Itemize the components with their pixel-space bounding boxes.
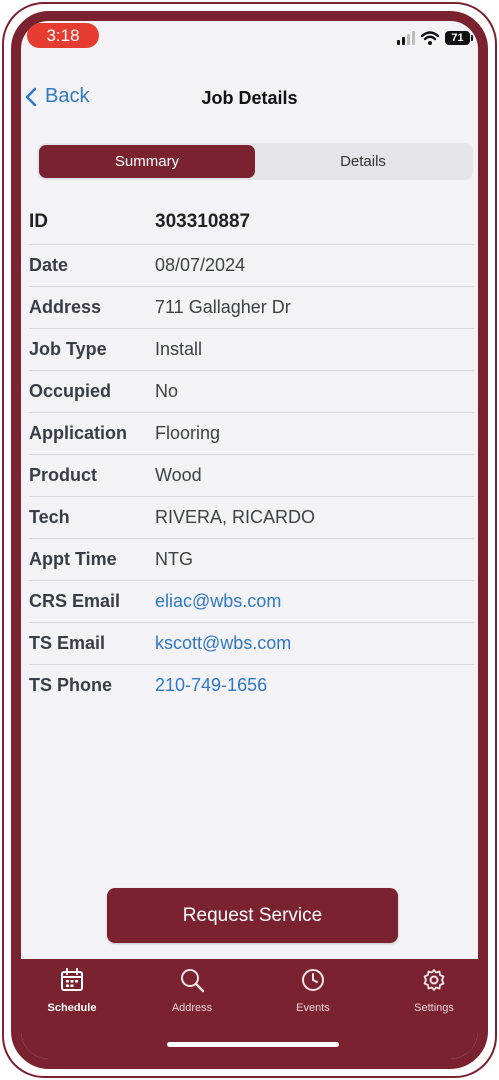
detail-value: RIVERA, RICARDO <box>155 507 316 527</box>
detail-row-product: Product Wood <box>29 455 474 497</box>
detail-value: Wood <box>155 465 202 485</box>
detail-label: Address <box>29 297 102 317</box>
tab-bar: Schedule Address Events Settings <box>21 959 478 1059</box>
detail-label: TS Phone <box>29 675 113 695</box>
status-bar: 3:18 71 <box>21 21 478 67</box>
page-title: Job Details <box>201 88 298 108</box>
job-details-list: ID 303310887 Date 08/07/2024 Address 711… <box>29 199 478 706</box>
screen: 3:18 71 Back Job Details Summary Details… <box>11 11 488 1069</box>
detail-row-id: ID 303310887 <box>29 199 474 245</box>
tab-label: Settings <box>414 1002 454 1014</box>
detail-value: 303310887 <box>155 210 251 232</box>
search-icon <box>181 969 205 993</box>
status-icons: 71 <box>397 30 473 46</box>
detail-row-ts-email: TS Email kscott@wbs.com <box>29 623 474 665</box>
detail-label: ID <box>29 210 48 232</box>
battery-icon: 71 <box>445 31 473 45</box>
calendar-icon <box>61 968 83 991</box>
detail-label: Tech <box>29 507 70 527</box>
detail-label: CRS Email <box>29 591 121 611</box>
wifi-icon <box>421 31 439 45</box>
navigation-bar: Back Job Details <box>21 77 478 117</box>
detail-row-date: Date 08/07/2024 <box>29 245 474 287</box>
tab-events[interactable]: Events <box>273 967 353 1014</box>
detail-value: 711 Gallagher Dr <box>155 297 291 317</box>
detail-row-crs-email: CRS Email eliac@wbs.com <box>29 581 474 623</box>
segmented-control: Summary Details <box>37 143 473 180</box>
tab-label: Address <box>171 1002 213 1014</box>
detail-label: Job Type <box>29 339 107 359</box>
device-frame: 3:18 71 Back Job Details Summary Details… <box>2 2 497 1078</box>
ts-email-link[interactable]: kscott@wbs.com <box>155 633 291 654</box>
detail-label: Application <box>29 423 127 443</box>
tab-schedule[interactable]: Schedule <box>32 967 112 1014</box>
detail-value: No <box>155 381 179 401</box>
tab-label: Schedule <box>47 1002 97 1014</box>
detail-label: TS Email <box>29 633 106 653</box>
detail-label: Date <box>29 255 69 275</box>
detail-value: Flooring <box>155 423 221 443</box>
status-time[interactable]: 3:18 <box>27 23 99 48</box>
request-service-button[interactable]: Request Service <box>107 888 398 943</box>
detail-row-application: Application Flooring <box>29 413 474 455</box>
detail-value: 08/07/2024 <box>155 255 246 275</box>
home-indicator[interactable] <box>167 1042 339 1047</box>
detail-label: Product <box>29 465 98 485</box>
clock-icon <box>302 969 324 991</box>
tab-details[interactable]: Details <box>255 145 471 178</box>
detail-label: Appt Time <box>29 549 117 569</box>
gear-icon <box>423 969 445 991</box>
tab-settings[interactable]: Settings <box>394 967 474 1014</box>
detail-row-address: Address 711 Gallagher Dr <box>29 287 474 329</box>
detail-label: Occupied <box>29 381 112 401</box>
crs-email-link[interactable]: eliac@wbs.com <box>155 591 281 612</box>
ts-phone-link[interactable]: 210-749-1656 <box>155 675 267 696</box>
detail-row-tech: Tech RIVERA, RICARDO <box>29 497 474 539</box>
tab-summary[interactable]: Summary <box>39 145 255 178</box>
detail-row-job-type: Job Type Install <box>29 329 474 371</box>
tab-label: Events <box>296 1002 330 1014</box>
detail-row-appt-time: Appt Time NTG <box>29 539 474 581</box>
detail-value: Install <box>155 339 203 359</box>
tab-address[interactable]: Address <box>152 967 232 1014</box>
detail-row-ts-phone: TS Phone 210-749-1656 <box>29 665 474 706</box>
cellular-signal-icon <box>397 31 415 45</box>
detail-value: NTG <box>155 549 193 569</box>
detail-row-occupied: Occupied No <box>29 371 474 413</box>
